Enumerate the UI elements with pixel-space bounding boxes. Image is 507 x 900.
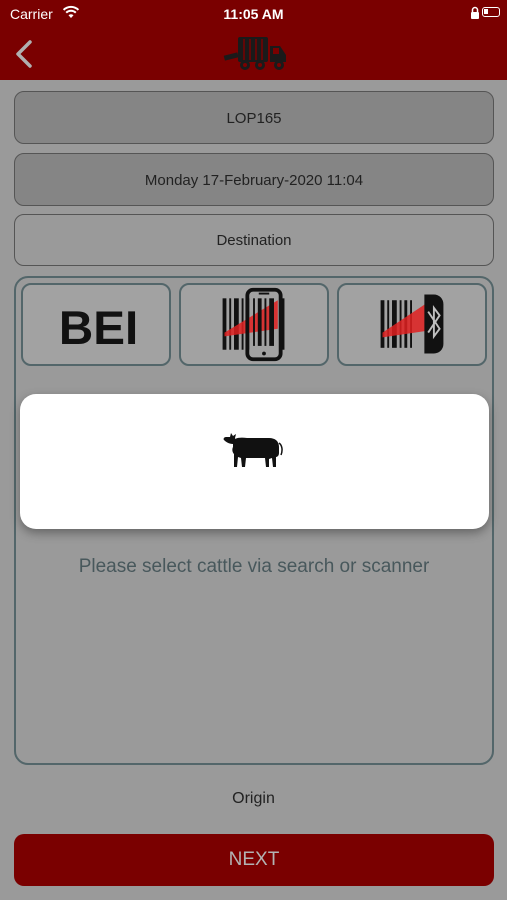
status-bar: Carrier 11:05 AM bbox=[0, 0, 507, 28]
clock: 11:05 AM bbox=[223, 6, 284, 22]
empty-state-hint: Please select cattle via search or scann… bbox=[78, 556, 430, 577]
bluetooth-scanner-button[interactable] bbox=[337, 283, 487, 366]
phone-scanner-button[interactable] bbox=[179, 283, 329, 366]
vehicle-field[interactable]: LOP165 bbox=[14, 91, 494, 144]
cattle-card[interactable] bbox=[20, 394, 489, 529]
vehicle-value: LOP165 bbox=[226, 110, 282, 127]
bei-button[interactable]: BEI bbox=[21, 283, 171, 366]
next-button[interactable]: NEXT bbox=[14, 834, 494, 886]
origin-label[interactable]: Origin bbox=[0, 790, 507, 808]
destination-field[interactable]: Destination bbox=[14, 214, 494, 266]
battery-icon bbox=[482, 7, 500, 17]
nav-bar bbox=[0, 28, 507, 80]
bluetooth-barcode-scanner-icon bbox=[380, 294, 444, 354]
cow-icon bbox=[223, 433, 283, 467]
phone-barcode-scanner-icon bbox=[222, 287, 285, 362]
truck-icon bbox=[223, 37, 286, 70]
destination-value: Destination bbox=[216, 232, 292, 249]
datetime-field[interactable]: Monday 17-February-2020 11:04 bbox=[14, 153, 494, 206]
bei-text: BEI bbox=[59, 302, 138, 355]
chevron-left-icon[interactable] bbox=[10, 36, 40, 72]
datetime-value: Monday 17-February-2020 11:04 bbox=[144, 172, 364, 189]
orientation-lock-icon bbox=[471, 6, 479, 19]
bei-text-icon: BEI bbox=[59, 302, 138, 355]
